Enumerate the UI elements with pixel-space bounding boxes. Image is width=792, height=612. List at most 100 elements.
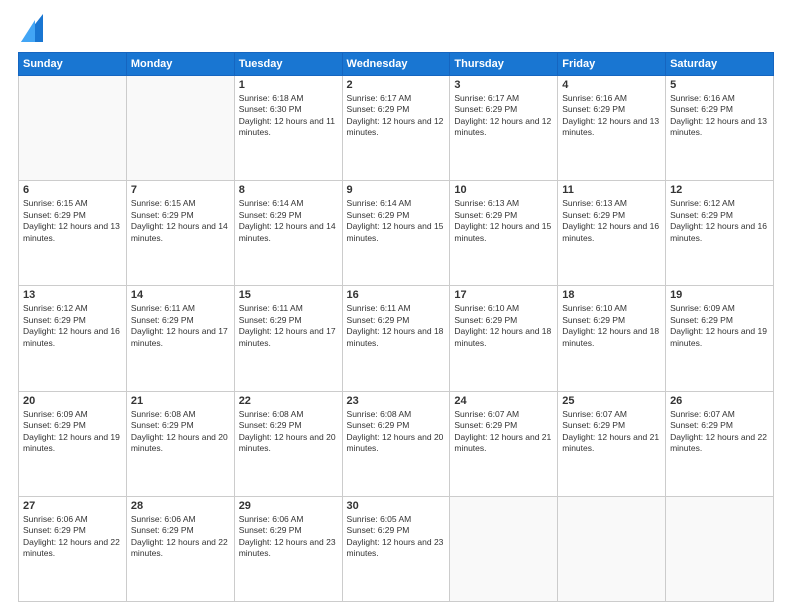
calendar-cell: 27 Sunrise: 6:06 AM Sunset: 6:29 PM Dayli… — [19, 496, 127, 601]
calendar-cell — [558, 496, 666, 601]
day-info: Sunrise: 6:11 AM Sunset: 6:29 PM Dayligh… — [131, 303, 230, 349]
calendar-cell: 15 Sunrise: 6:11 AM Sunset: 6:29 PM Dayli… — [234, 286, 342, 391]
calendar-cell: 9 Sunrise: 6:14 AM Sunset: 6:29 PM Daylig… — [342, 181, 450, 286]
calendar-cell: 29 Sunrise: 6:06 AM Sunset: 6:29 PM Dayli… — [234, 496, 342, 601]
calendar-week-5: 27 Sunrise: 6:06 AM Sunset: 6:29 PM Dayli… — [19, 496, 774, 601]
header-day-friday: Friday — [558, 53, 666, 76]
day-info: Sunrise: 6:11 AM Sunset: 6:29 PM Dayligh… — [347, 303, 446, 349]
day-info: Sunrise: 6:12 AM Sunset: 6:29 PM Dayligh… — [670, 198, 769, 244]
day-number: 22 — [239, 395, 338, 407]
calendar-cell: 7 Sunrise: 6:15 AM Sunset: 6:29 PM Daylig… — [126, 181, 234, 286]
day-number: 5 — [670, 79, 769, 91]
calendar-week-1: 1Sunrise: 6:18 AM Sunset: 6:30 PM Daylig… — [19, 76, 774, 181]
header-day-monday: Monday — [126, 53, 234, 76]
day-info: Sunrise: 6:06 AM Sunset: 6:29 PM Dayligh… — [131, 514, 230, 560]
calendar-table: SundayMondayTuesdayWednesdayThursdayFrid… — [18, 52, 774, 602]
header-day-wednesday: Wednesday — [342, 53, 450, 76]
day-number: 21 — [131, 395, 230, 407]
day-number: 15 — [239, 289, 338, 301]
day-number: 16 — [347, 289, 446, 301]
day-number: 7 — [131, 184, 230, 196]
calendar-cell: 5 Sunrise: 6:16 AM Sunset: 6:29 PM Daylig… — [666, 76, 774, 181]
day-number: 4 — [562, 79, 661, 91]
day-info: Sunrise: 6:07 AM Sunset: 6:29 PM Dayligh… — [562, 409, 661, 455]
day-number: 13 — [23, 289, 122, 301]
day-info: Sunrise: 6:06 AM Sunset: 6:29 PM Dayligh… — [239, 514, 338, 560]
calendar-cell: 23Sunrise: 6:08 AM Sunset: 6:29 PM Dayli… — [342, 391, 450, 496]
calendar-cell: 26Sunrise: 6:07 AM Sunset: 6:29 PM Dayli… — [666, 391, 774, 496]
calendar-cell: 21 Sunrise: 6:08 AM Sunset: 6:29 PM Dayli… — [126, 391, 234, 496]
day-info: Sunrise: 6:11 AM Sunset: 6:29 PM Dayligh… — [239, 303, 338, 349]
calendar-cell: 19Sunrise: 6:09 AM Sunset: 6:29 PM Dayli… — [666, 286, 774, 391]
calendar-cell: 25Sunrise: 6:07 AM Sunset: 6:29 PM Dayli… — [558, 391, 666, 496]
calendar-cell: 4 Sunrise: 6:16 AM Sunset: 6:29 PM Daylig… — [558, 76, 666, 181]
day-info: Sunrise: 6:17 AM Sunset: 6:29 PM Dayligh… — [347, 93, 446, 139]
calendar-cell: 12 Sunrise: 6:12 AM Sunset: 6:29 PM Dayli… — [666, 181, 774, 286]
day-info: Sunrise: 6:15 AM Sunset: 6:29 PM Dayligh… — [131, 198, 230, 244]
day-number: 19 — [670, 289, 769, 301]
calendar-header-row: SundayMondayTuesdayWednesdayThursdayFrid… — [19, 53, 774, 76]
day-number: 12 — [670, 184, 769, 196]
calendar-cell: 10 Sunrise: 6:13 AM Sunset: 6:29 PM Dayli… — [450, 181, 558, 286]
day-number: 29 — [239, 500, 338, 512]
calendar-cell — [19, 76, 127, 181]
calendar-cell — [450, 496, 558, 601]
calendar-cell: 16 Sunrise: 6:11 AM Sunset: 6:29 PM Dayli… — [342, 286, 450, 391]
calendar-week-3: 13Sunrise: 6:12 AM Sunset: 6:29 PM Dayli… — [19, 286, 774, 391]
day-number: 10 — [454, 184, 553, 196]
calendar-cell: 3 Sunrise: 6:17 AM Sunset: 6:29 PM Daylig… — [450, 76, 558, 181]
calendar-cell: 13Sunrise: 6:12 AM Sunset: 6:29 PM Dayli… — [19, 286, 127, 391]
calendar-cell: 17 Sunrise: 6:10 AM Sunset: 6:29 PM Dayli… — [450, 286, 558, 391]
day-number: 11 — [562, 184, 661, 196]
day-info: Sunrise: 6:07 AM Sunset: 6:29 PM Dayligh… — [454, 409, 553, 455]
day-number: 2 — [347, 79, 446, 91]
calendar-cell: 8Sunrise: 6:14 AM Sunset: 6:29 PM Daylig… — [234, 181, 342, 286]
header — [18, 18, 774, 42]
calendar-week-4: 20 Sunrise: 6:09 AM Sunset: 6:29 PM Dayli… — [19, 391, 774, 496]
day-info: Sunrise: 6:13 AM Sunset: 6:29 PM Dayligh… — [562, 198, 661, 244]
day-number: 26 — [670, 395, 769, 407]
calendar-cell: 24 Sunrise: 6:07 AM Sunset: 6:29 PM Dayli… — [450, 391, 558, 496]
day-info: Sunrise: 6:14 AM Sunset: 6:29 PM Dayligh… — [239, 198, 338, 244]
day-number: 28 — [131, 500, 230, 512]
day-info: Sunrise: 6:16 AM Sunset: 6:29 PM Dayligh… — [562, 93, 661, 139]
calendar-cell: 1Sunrise: 6:18 AM Sunset: 6:30 PM Daylig… — [234, 76, 342, 181]
calendar-cell: 2 Sunrise: 6:17 AM Sunset: 6:29 PM Daylig… — [342, 76, 450, 181]
logo — [18, 18, 43, 42]
day-number: 3 — [454, 79, 553, 91]
calendar-cell: 30Sunrise: 6:05 AM Sunset: 6:29 PM Dayli… — [342, 496, 450, 601]
day-number: 30 — [347, 500, 446, 512]
calendar-cell: 28 Sunrise: 6:06 AM Sunset: 6:29 PM Dayli… — [126, 496, 234, 601]
header-day-saturday: Saturday — [666, 53, 774, 76]
day-number: 9 — [347, 184, 446, 196]
day-info: Sunrise: 6:15 AM Sunset: 6:29 PM Dayligh… — [23, 198, 122, 244]
day-number: 18 — [562, 289, 661, 301]
day-info: Sunrise: 6:14 AM Sunset: 6:29 PM Dayligh… — [347, 198, 446, 244]
day-info: Sunrise: 6:10 AM Sunset: 6:29 PM Dayligh… — [562, 303, 661, 349]
calendar-cell: 11 Sunrise: 6:13 AM Sunset: 6:29 PM Dayli… — [558, 181, 666, 286]
day-info: Sunrise: 6:08 AM Sunset: 6:29 PM Dayligh… — [239, 409, 338, 455]
calendar-cell: 20 Sunrise: 6:09 AM Sunset: 6:29 PM Dayli… — [19, 391, 127, 496]
day-number: 1 — [239, 79, 338, 91]
calendar-cell: 6Sunrise: 6:15 AM Sunset: 6:29 PM Daylig… — [19, 181, 127, 286]
day-info: Sunrise: 6:06 AM Sunset: 6:29 PM Dayligh… — [23, 514, 122, 560]
day-number: 17 — [454, 289, 553, 301]
logo-icon — [21, 14, 43, 42]
day-number: 20 — [23, 395, 122, 407]
day-number: 14 — [131, 289, 230, 301]
day-info: Sunrise: 6:16 AM Sunset: 6:29 PM Dayligh… — [670, 93, 769, 139]
day-number: 27 — [23, 500, 122, 512]
day-number: 24 — [454, 395, 553, 407]
day-info: Sunrise: 6:17 AM Sunset: 6:29 PM Dayligh… — [454, 93, 553, 139]
header-day-sunday: Sunday — [19, 53, 127, 76]
calendar-cell — [126, 76, 234, 181]
day-info: Sunrise: 6:08 AM Sunset: 6:29 PM Dayligh… — [131, 409, 230, 455]
calendar-cell — [666, 496, 774, 601]
day-info: Sunrise: 6:08 AM Sunset: 6:29 PM Dayligh… — [347, 409, 446, 455]
day-info: Sunrise: 6:13 AM Sunset: 6:29 PM Dayligh… — [454, 198, 553, 244]
day-info: Sunrise: 6:10 AM Sunset: 6:29 PM Dayligh… — [454, 303, 553, 349]
day-info: Sunrise: 6:09 AM Sunset: 6:29 PM Dayligh… — [23, 409, 122, 455]
page: SundayMondayTuesdayWednesdayThursdayFrid… — [0, 0, 792, 612]
header-day-tuesday: Tuesday — [234, 53, 342, 76]
header-day-thursday: Thursday — [450, 53, 558, 76]
